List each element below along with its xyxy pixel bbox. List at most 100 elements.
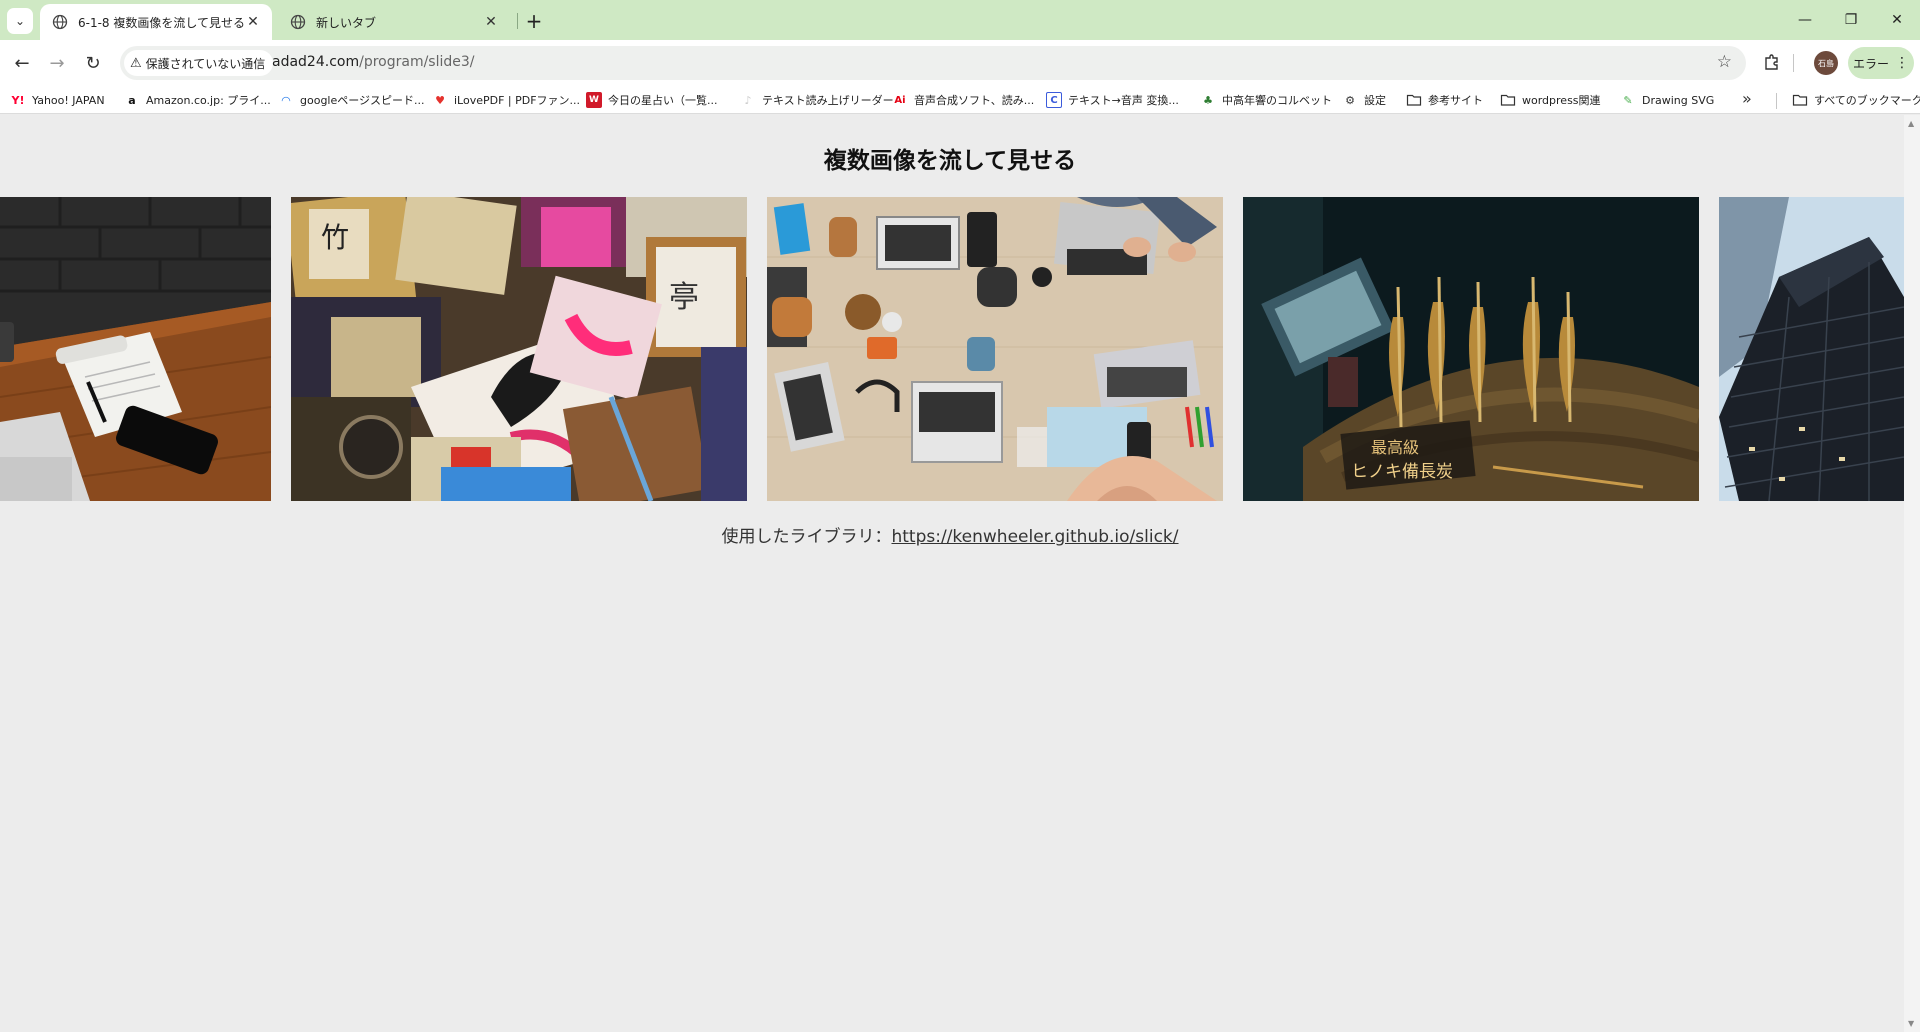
skyscraper-photo (1719, 197, 1904, 501)
tab-new[interactable]: 新しいタブ ✕ (278, 4, 510, 40)
extensions-icon[interactable] (1760, 50, 1784, 74)
restore-icon: ❐ (1844, 12, 1858, 28)
folder-icon (1500, 94, 1516, 106)
close-window-button[interactable]: ✕ (1874, 0, 1920, 40)
bookmarks-overflow-button[interactable]: » (1742, 89, 1752, 108)
bookmark-folder[interactable]: wordpress関連 (1500, 90, 1601, 110)
reload-icon: ↻ (85, 52, 101, 74)
new-tab-button[interactable]: + (521, 8, 547, 34)
bookmark-item[interactable]: ♣ 中高年響のコルベット (1200, 90, 1332, 110)
library-link[interactable]: https://kenwheeler.github.io/slick/ (891, 527, 1178, 547)
address-bar[interactable]: ⚠ 保護されていない通信 adad24.com/program/slide3/ … (120, 46, 1746, 80)
bookmark-item[interactable]: W 今日の星占い（一覧... (586, 90, 718, 110)
bookmarks-bar: Y! Yahoo! JAPAN a Amazon.co.jp: プライ... ◠… (0, 86, 1920, 114)
minimize-icon: — (1798, 12, 1812, 28)
gear-icon: ⚙ (1345, 93, 1355, 107)
image-carousel[interactable]: 竹 亭 最高級 ヒノキ備長炭 (0, 197, 1904, 501)
tab-title: 6-1-8 複数画像を流して見せる (78, 15, 244, 30)
carousel-slide[interactable] (0, 197, 271, 501)
bookmark-label: iLovePDF | PDFファン... (454, 94, 581, 107)
svg-text:亭: 亭 (669, 280, 699, 315)
bookmark-item[interactable]: Ai 音声合成ソフト、読み... (892, 90, 1034, 110)
carousel-slide[interactable] (1719, 197, 1904, 501)
bookmark-label: Yahoo! JAPAN (32, 93, 105, 107)
scroll-down-icon[interactable]: ▼ (1908, 1019, 1914, 1028)
heart-icon: ♥ (435, 93, 445, 107)
carousel-slide[interactable]: 最高級 ヒノキ備長炭 (1243, 197, 1699, 501)
bookmark-label: テキスト→音声 変換... (1068, 94, 1179, 107)
bookmark-label: 中高年響のコルベット (1222, 94, 1332, 107)
bookmarks-divider (1776, 93, 1777, 109)
browser-titlebar: ⌄ 6-1-8 複数画像を流して見せる ✕ 新しいタブ ✕ + — ❐ ✕ (0, 0, 1920, 40)
browser-toolbar: ← → ↻ ⚠ 保護されていない通信 adad24.com/program/sl… (0, 40, 1920, 86)
profile-avatar[interactable]: 石島 (1814, 51, 1838, 75)
error-button[interactable]: エラー ⋮ (1848, 47, 1914, 79)
bookmark-item[interactable]: ⚙ 設定 (1342, 90, 1386, 110)
bookmark-label: googleページスピード... (300, 94, 425, 107)
close-icon: ✕ (1891, 12, 1903, 28)
close-icon[interactable]: ✕ (244, 13, 262, 31)
all-bookmarks-button[interactable]: すべてのブックマーク (1792, 90, 1920, 110)
tab-search-button[interactable]: ⌄ (7, 8, 33, 34)
grilled-fish-skewers-photo: 最高級 ヒノキ備長炭 (1243, 197, 1699, 501)
drawing-svg-icon: ✎ (1623, 93, 1633, 107)
bookmark-star-icon[interactable]: ☆ (1717, 52, 1732, 72)
library-prefix: 使用したライブラリ： (721, 527, 892, 547)
url-path: /program/slide3/ (359, 54, 475, 70)
security-label: 保護されていない通信 (145, 56, 266, 71)
pagespeed-icon: ◠ (281, 93, 291, 107)
url-text[interactable]: adad24.com/program/slide3/ (272, 54, 475, 70)
bookmark-label: Amazon.co.jp: プライ... (146, 94, 271, 107)
security-chip[interactable]: ⚠ 保護されていない通信 (124, 50, 274, 76)
globe-icon (52, 14, 68, 30)
menu-dots-icon: ⋮ (1895, 55, 1909, 71)
desk-notepad-phone-photo (0, 197, 271, 501)
bookmark-item[interactable]: ◠ googleページスピード... (278, 90, 425, 110)
minimize-button[interactable]: — (1782, 0, 1828, 40)
vertical-scrollbar[interactable]: ▲ ▼ (1904, 115, 1920, 1032)
bookmark-item[interactable]: a Amazon.co.jp: プライ... (124, 90, 271, 110)
svg-text:竹: 竹 (321, 221, 349, 254)
warning-icon: ⚠ (130, 55, 142, 71)
arrow-right-icon: → (49, 52, 65, 74)
restore-button[interactable]: ❐ (1828, 0, 1874, 40)
bookmark-item[interactable]: C テキスト→音声 変換... (1046, 90, 1179, 110)
back-button[interactable]: ← (7, 48, 37, 78)
bookmark-label: Drawing SVG (1642, 93, 1715, 107)
bookmark-label: 音声合成ソフト、読み... (914, 94, 1035, 107)
page-content: 複数画像を流して見せる 竹 亭 最高級 ヒノキ備長炭 使用したライブラリ：htt… (0, 115, 1920, 1032)
scroll-up-icon[interactable]: ▲ (1908, 119, 1914, 128)
old-books-magazines-photo: 竹 亭 (291, 197, 747, 501)
forward-button[interactable]: → (42, 48, 72, 78)
close-icon[interactable]: ✕ (482, 13, 500, 31)
chevron-down-icon: ⌄ (14, 14, 26, 28)
error-label: エラー (1852, 56, 1889, 71)
bookmark-label: テキスト読み上げリーダー (762, 94, 894, 107)
bookmark-label: 今日の星占い（一覧... (608, 94, 718, 107)
tab-active[interactable]: 6-1-8 複数画像を流して見せる ✕ (40, 4, 272, 40)
ai-voice-icon: Ai (894, 94, 906, 106)
bookmark-item[interactable]: ♥ iLovePDF | PDFファン... (432, 90, 580, 110)
sign-line-1: 最高級 (1371, 438, 1419, 457)
sign-line-2: ヒノキ備長炭 (1351, 462, 1453, 482)
laptops-teamwork-table-photo (767, 197, 1223, 501)
all-bookmarks-label: すべてのブックマーク (1814, 94, 1920, 107)
carousel-slide[interactable] (767, 197, 1223, 501)
horoscope-icon: W (586, 92, 602, 108)
tab-divider (517, 13, 518, 29)
bookmark-item[interactable]: ♪ テキスト読み上げリーダー (740, 90, 894, 110)
arrow-left-icon: ← (14, 52, 30, 74)
tab-title: 新しいタブ (316, 15, 377, 30)
speaker-icon: ♪ (744, 93, 752, 107)
bookmark-label: 設定 (1364, 94, 1386, 107)
carousel-slide[interactable]: 竹 亭 (291, 197, 747, 501)
reload-button[interactable]: ↻ (78, 48, 108, 78)
bookmark-folder[interactable]: 参考サイト (1406, 90, 1483, 110)
url-host: adad24.com (272, 54, 360, 70)
bookmark-label: 参考サイト (1428, 94, 1483, 107)
yahoo-icon: Y! (11, 93, 25, 107)
page-title: 複数画像を流して見せる (823, 148, 1077, 174)
bookmark-item[interactable]: Y! Yahoo! JAPAN (10, 90, 105, 110)
globe-icon (290, 14, 306, 30)
bookmark-item[interactable]: ✎ Drawing SVG (1620, 90, 1714, 110)
